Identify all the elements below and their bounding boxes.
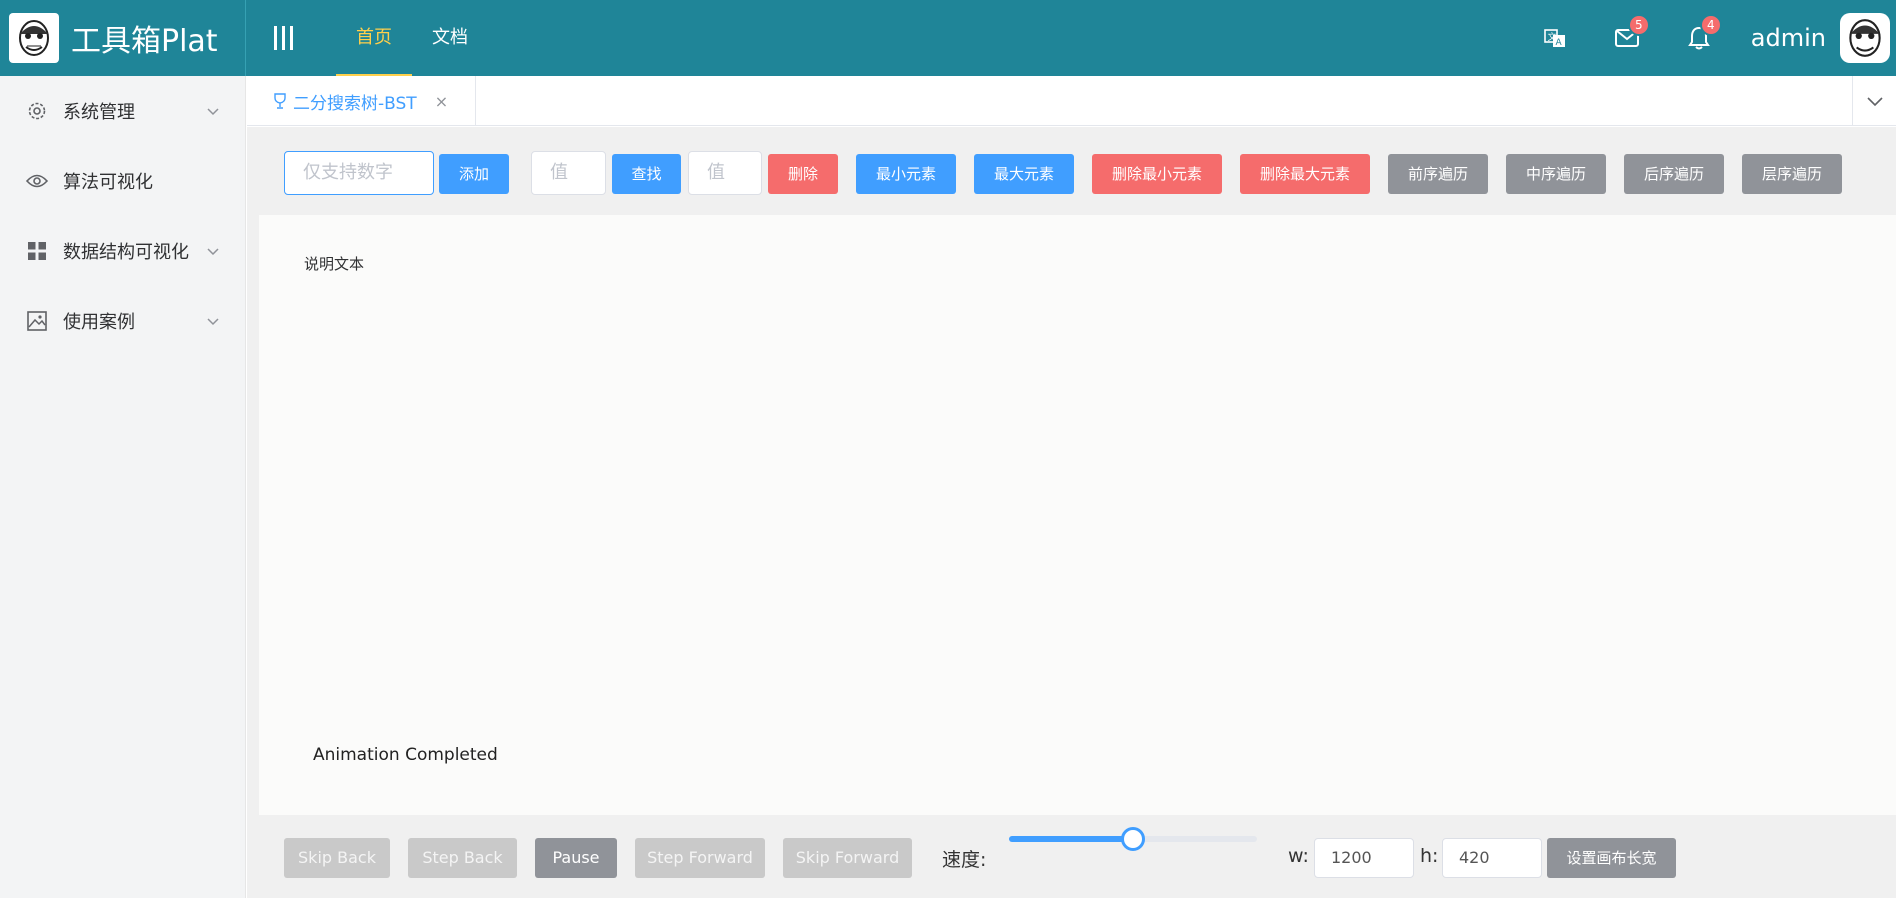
inorder-button[interactable]: 中序遍历 <box>1506 154 1606 194</box>
sidebar-item-system[interactable]: 系统管理 <box>0 76 245 146</box>
svg-text:A: A <box>1555 38 1562 48</box>
top-nav: 首页 文档 <box>336 0 488 76</box>
chevron-down-icon <box>1866 92 1883 111</box>
canvas-width-input[interactable]: 1200 <box>1314 838 1414 878</box>
nav-docs[interactable]: 文档 <box>412 0 488 76</box>
sidebar-item-datastructure[interactable]: 数据结构可视化 <box>0 216 245 286</box>
skip-forward-button[interactable]: Skip Forward <box>783 838 912 878</box>
nav-home[interactable]: 首页 <box>336 0 412 76</box>
speed-slider-handle[interactable] <box>1121 827 1145 851</box>
max-element-button[interactable]: 最大元素 <box>974 154 1074 194</box>
user-avatar[interactable] <box>1840 13 1890 63</box>
delete-button[interactable]: 删除 <box>768 154 838 194</box>
speed-slider-fill <box>1009 836 1133 842</box>
chevron-down-icon <box>207 100 219 121</box>
menu-bars-icon[interactable] <box>274 26 298 50</box>
sidebar-item-label: 算法可视化 <box>63 172 153 193</box>
preorder-button[interactable]: 前序遍历 <box>1388 154 1488 194</box>
height-label: h: <box>1420 845 1439 867</box>
delete-value-input[interactable]: 值 <box>688 151 762 195</box>
grid-icon <box>26 240 48 262</box>
chevron-down-icon <box>207 310 219 331</box>
header-right: 文 A 5 4 admin <box>1543 0 1896 76</box>
set-canvas-size-button[interactable]: 设置画布长宽 <box>1547 838 1676 878</box>
brand: 工具箱Plat <box>0 0 246 76</box>
mail-icon[interactable]: 5 <box>1614 14 1650 50</box>
trophy-icon <box>273 93 287 109</box>
bst-toolbar: 仅支持数字 添加 值 查找 值 删除 最小元素 最大元素 删除最小元素 删除最大… <box>247 127 1896 215</box>
find-button[interactable]: 查找 <box>612 154 681 194</box>
sidebar-item-label: 数据结构可视化 <box>63 242 189 263</box>
chevron-down-icon <box>207 240 219 261</box>
add-value-input[interactable]: 仅支持数字 <box>284 151 434 195</box>
skip-back-button[interactable]: Skip Back <box>284 838 390 878</box>
main-content: 仅支持数字 添加 值 查找 值 删除 最小元素 最大元素 删除最小元素 删除最大… <box>247 127 1896 898</box>
min-element-button[interactable]: 最小元素 <box>856 154 956 194</box>
postorder-button[interactable]: 后序遍历 <box>1624 154 1724 194</box>
tab-label: 二分搜索树-BST <box>293 93 417 114</box>
bell-badge: 4 <box>1699 14 1722 36</box>
find-value-input[interactable]: 值 <box>531 151 606 195</box>
pause-button[interactable]: Pause <box>535 838 617 878</box>
bell-icon[interactable]: 4 <box>1687 14 1722 50</box>
sidebar-item-algorithm[interactable]: 算法可视化 <box>0 146 245 216</box>
monkey-avatar-icon <box>9 13 59 63</box>
gear-icon <box>26 100 48 122</box>
description-text: 说明文本 <box>304 255 365 273</box>
eye-icon <box>26 170 48 192</box>
close-icon[interactable]: × <box>435 92 448 111</box>
visualization-canvas[interactable]: 说明文本 Animation Completed <box>259 215 1896 815</box>
sidebar-item-label: 使用案例 <box>63 312 135 333</box>
delete-min-button[interactable]: 删除最小元素 <box>1092 154 1222 194</box>
tabs-bar: 二分搜索树-BST × <box>247 76 1896 126</box>
mail-badge: 5 <box>1627 14 1650 36</box>
app-title: 工具箱Plat <box>71 24 218 59</box>
width-label: w: <box>1288 845 1309 867</box>
canvas-height-input[interactable]: 420 <box>1442 838 1542 878</box>
tab-bst[interactable]: 二分搜索树-BST × <box>247 76 476 126</box>
username[interactable]: admin <box>1751 24 1826 52</box>
add-button[interactable]: 添加 <box>439 154 509 194</box>
animation-status: Animation Completed <box>313 745 498 765</box>
levelorder-button[interactable]: 层序遍历 <box>1742 154 1842 194</box>
speed-label: 速度: <box>942 849 987 871</box>
sidebar: 系统管理 算法可视化 数据结构可视化 使用案例 <box>0 76 246 898</box>
sidebar-item-label: 系统管理 <box>63 102 135 123</box>
tabs-dropdown[interactable] <box>1852 76 1896 126</box>
translate-icon[interactable]: 文 A <box>1543 26 1567 50</box>
step-back-button[interactable]: Step Back <box>408 838 517 878</box>
top-header: 工具箱Plat 首页 文档 文 A 5 4 admin <box>0 0 1896 76</box>
sidebar-item-cases[interactable]: 使用案例 <box>0 286 245 356</box>
picture-icon <box>26 310 48 332</box>
delete-max-button[interactable]: 删除最大元素 <box>1240 154 1370 194</box>
step-forward-button[interactable]: Step Forward <box>635 838 765 878</box>
